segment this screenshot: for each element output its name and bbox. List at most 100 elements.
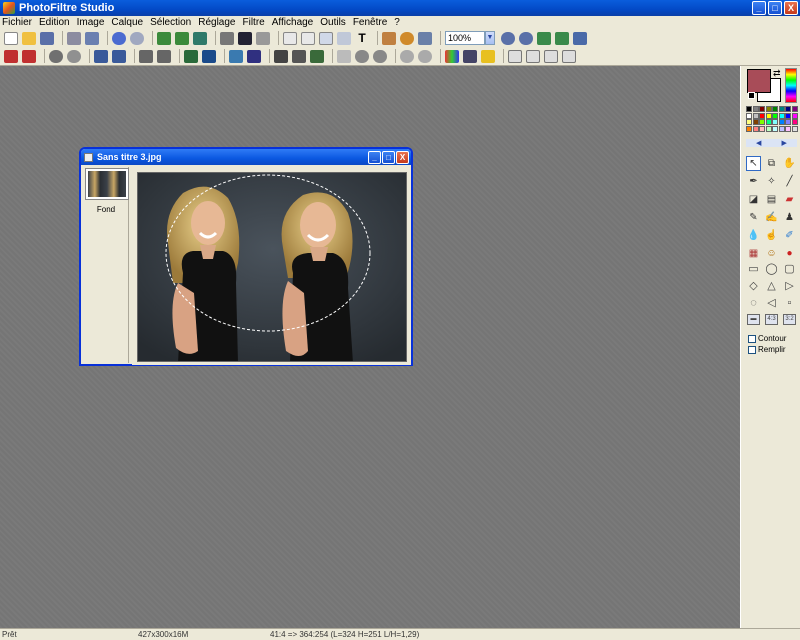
grayscale-icon[interactable] <box>274 49 288 63</box>
palette-swatch[interactable] <box>759 112 765 119</box>
cylinder-icon[interactable] <box>526 49 540 63</box>
contrast-down-icon[interactable] <box>94 49 108 63</box>
magic-wand-tool-icon[interactable]: ✧ <box>764 174 779 189</box>
palette-swatch[interactable] <box>759 125 765 132</box>
photo-canvas[interactable] <box>137 172 407 362</box>
open-folder-icon[interactable] <box>22 31 36 45</box>
menu-fichier[interactable]: Fichier <box>2 17 32 28</box>
ellipse-shape-icon[interactable]: ◯ <box>764 262 779 275</box>
palette-swatch[interactable] <box>746 125 752 132</box>
frame-effect-icon[interactable] <box>562 49 576 63</box>
sepia-icon[interactable] <box>292 49 306 63</box>
undo-icon[interactable] <box>112 31 126 45</box>
palette-swatch[interactable] <box>765 125 772 132</box>
contour-option[interactable]: Contour <box>748 334 786 343</box>
smudge-tool-icon[interactable]: ☝ <box>764 228 779 243</box>
blur-tool-icon[interactable]: 💧 <box>746 228 761 243</box>
palette-swatch[interactable] <box>785 119 791 125</box>
doc-maximize-button[interactable]: □ <box>382 151 395 164</box>
palette-swatch[interactable] <box>785 125 791 132</box>
document-titlebar[interactable]: Sans titre 3.jpg <box>81 149 411 165</box>
ratio-4-3-icon[interactable]: 4:3 <box>764 313 779 326</box>
palette-swatch[interactable] <box>791 119 798 125</box>
line-tool-icon[interactable]: ╱ <box>782 174 797 189</box>
print-icon[interactable] <box>67 31 81 45</box>
ratio-4-3-button[interactable]: 4:3 <box>765 314 778 325</box>
zoom-out-icon[interactable] <box>519 31 533 45</box>
hand-tool-icon[interactable]: ✋ <box>782 156 797 171</box>
fit-window-icon[interactable] <box>537 31 551 45</box>
saturation-up-icon[interactable] <box>202 49 216 63</box>
reset-colors-icon[interactable] <box>748 92 755 99</box>
palette-swatch[interactable] <box>772 112 778 119</box>
doc-minimize-button[interactable]: _ <box>368 151 381 164</box>
rounded-rect-shape-icon[interactable]: ▢ <box>782 262 797 275</box>
palette-swatch[interactable] <box>778 119 785 125</box>
blur-icon[interactable] <box>355 49 369 63</box>
mountain-filter-icon[interactable] <box>229 49 243 63</box>
actual-size-icon[interactable] <box>555 31 569 45</box>
palette-swatch[interactable] <box>746 106 752 112</box>
triangle-shape-icon[interactable]: △ <box>764 279 779 292</box>
palette-swatch[interactable] <box>778 125 785 132</box>
color-variation-icon[interactable] <box>445 49 459 63</box>
menu-reglage[interactable]: Réglage <box>198 17 235 28</box>
gamma-up-icon[interactable] <box>157 49 171 63</box>
paste-new-icon[interactable] <box>193 31 207 45</box>
palette-next-icon[interactable]: ▶ <box>782 139 787 147</box>
color-palette[interactable] <box>746 106 798 132</box>
palette-swatch[interactable] <box>759 119 765 125</box>
clone-tool-icon[interactable]: ▦ <box>746 246 761 261</box>
replace-color-icon[interactable] <box>463 49 477 63</box>
palette-swatch[interactable] <box>765 106 772 112</box>
palette-swatch[interactable] <box>772 119 778 125</box>
palette-swatch[interactable] <box>759 106 765 112</box>
frame-icon[interactable] <box>319 31 333 45</box>
palette-icon[interactable] <box>481 49 495 63</box>
fill-tool-icon[interactable]: ◪ <box>746 192 761 207</box>
palette-swatch[interactable] <box>785 112 791 119</box>
zoom-in-icon[interactable] <box>501 31 515 45</box>
lasso-shape-icon[interactable]: ◌ <box>746 296 761 309</box>
brightness-down-icon[interactable] <box>49 49 63 63</box>
invert-icon[interactable] <box>256 31 270 45</box>
brush-tool-icon[interactable]: ✎ <box>746 210 761 225</box>
diamond-shape-icon[interactable]: ◇ <box>746 279 761 292</box>
blur-more-icon[interactable] <box>373 49 387 63</box>
eyedropper-tool-icon[interactable]: ✒ <box>746 174 761 189</box>
doc-close-button[interactable]: X <box>396 151 409 164</box>
fill-checkbox[interactable] <box>748 345 756 354</box>
document-window[interactable]: Sans titre 3.jpg _ □ X Fond <box>79 147 413 366</box>
palette-swatch[interactable] <box>772 106 778 112</box>
color-spectrum[interactable] <box>785 68 797 103</box>
palette-swatch[interactable] <box>752 112 759 119</box>
palette-swatch[interactable] <box>765 112 772 119</box>
paste-icon[interactable] <box>175 31 189 45</box>
palette-swatch[interactable] <box>778 106 785 112</box>
new-file-icon[interactable] <box>4 31 18 45</box>
palette-swatch[interactable] <box>791 112 798 119</box>
palette-swatch[interactable] <box>765 119 772 125</box>
auto-levels-icon[interactable] <box>4 49 18 63</box>
perspective-icon[interactable] <box>544 49 558 63</box>
maximize-button[interactable]: □ <box>768 1 782 15</box>
redo-icon[interactable] <box>130 31 144 45</box>
contrast-icon[interactable] <box>238 31 252 45</box>
crop-icon[interactable] <box>337 31 351 45</box>
palette-swatch[interactable] <box>752 119 759 125</box>
palette-nav[interactable]: ◀ ▶ <box>746 139 797 147</box>
fullscreen-icon[interactable] <box>573 31 587 45</box>
menu-calque[interactable]: Calque <box>111 17 143 28</box>
full-selection-icon[interactable]: ▬ <box>746 313 761 326</box>
swap-colors-icon[interactable]: ⇄ <box>773 68 781 79</box>
right-triangle-shape-icon[interactable]: ▷ <box>782 279 797 292</box>
save-icon[interactable] <box>40 31 54 45</box>
palette-swatch[interactable] <box>746 112 752 119</box>
sharpen-more-icon[interactable] <box>418 49 432 63</box>
gamma-down-icon[interactable] <box>139 49 153 63</box>
plugin-icon[interactable] <box>382 31 396 45</box>
fill-image-icon[interactable]: ▫ <box>782 296 797 309</box>
menu-filtre[interactable]: Filtre <box>243 17 265 28</box>
negative-icon[interactable] <box>310 49 324 63</box>
auto-contrast-icon[interactable] <box>22 49 36 63</box>
